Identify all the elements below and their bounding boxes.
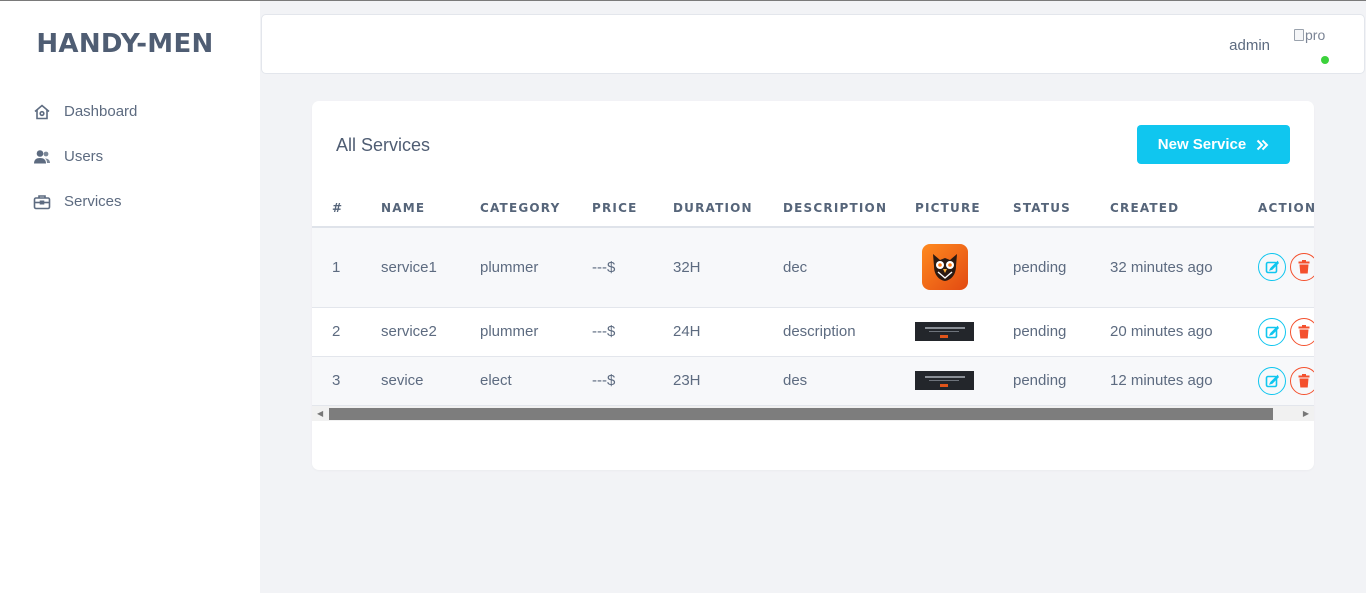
cell-num: 2 [312,307,361,357]
table-row: 1 service1 plummer ---$ 32H dec pending … [312,227,1314,308]
table-header-row: # NAME CATEGORY PRICE DURATION DESCRIPTI… [312,189,1314,228]
edit-button[interactable] [1258,366,1286,395]
sidebar: HANDY-MEN Dashboard Users Services [0,1,260,593]
edit-button[interactable] [1258,253,1286,282]
cell-created: 12 minutes ago [1090,356,1238,406]
cell-description: description [763,307,895,357]
cell-actions [1238,227,1314,308]
cell-duration: 23H [653,356,763,406]
sidebar-item-label: Users [64,148,104,165]
cell-picture [895,227,993,308]
cell-name: service1 [361,227,460,308]
cell-price: ---$ [572,356,653,406]
cell-price: ---$ [572,227,653,308]
cell-price: ---$ [572,307,653,357]
scroll-left-arrow-icon[interactable]: ◀ [317,409,323,418]
cell-category: elect [460,356,572,406]
scrollbar-thumb[interactable] [329,408,1273,420]
banner-image[interactable] [915,322,974,341]
scroll-right-arrow-icon[interactable]: ▶ [1303,409,1309,418]
sidebar-item-users[interactable]: Users [32,134,137,179]
services-table: # NAME CATEGORY PRICE DURATION DESCRIPTI… [312,189,1314,406]
trash-icon [1298,260,1310,274]
trash-icon [1298,373,1310,387]
column-header-name[interactable]: NAME [361,189,460,228]
delete-button[interactable] [1290,317,1314,346]
briefcase-icon [32,192,52,212]
column-header-price[interactable]: PRICE [572,189,653,228]
cell-duration: 32H [653,227,763,308]
cell-duration: 24H [653,307,763,357]
cell-created: 20 minutes ago [1090,307,1238,357]
card-title: All Services [336,135,431,155]
sidebar-item-label: Services [64,193,122,210]
new-service-label: New Service [1157,136,1247,153]
cell-num: 3 [312,356,361,406]
sidebar-item-services[interactable]: Services [32,179,137,224]
column-header-status[interactable]: STATUS [993,189,1090,228]
new-service-button[interactable]: New Service [1137,125,1290,164]
column-header-num[interactable]: # [312,189,361,228]
sidebar-item-label: Dashboard [64,103,138,120]
column-header-actions: ACTIONS [1238,189,1314,228]
edit-icon [1265,325,1279,338]
sidebar-item-dashboard[interactable]: Dashboard [32,89,137,134]
broken-image-icon: pro [1294,27,1325,43]
cell-status: pending [993,307,1090,357]
delete-button[interactable] [1290,366,1314,395]
table-row: 3 sevice elect ---$ 23H des pending 12 m… [312,356,1314,406]
edit-button[interactable] [1258,317,1286,346]
top-header: admin pro [261,14,1365,74]
brand-logo: HANDY-MEN [36,29,214,59]
cell-actions [1238,307,1314,357]
cell-num: 1 [312,227,361,308]
avatar[interactable]: pro [1294,27,1332,65]
cell-category: plummer [460,307,572,357]
cell-description: des [763,356,895,406]
online-status-dot [1321,56,1329,64]
username-label[interactable]: admin [1229,37,1270,54]
column-header-description[interactable]: DESCRIPTION [763,189,895,228]
double-chevron-right-icon [1256,139,1269,151]
services-card: All Services New Service # NAME CATEGORY… [312,101,1314,470]
column-header-duration[interactable]: DURATION [653,189,763,228]
edit-icon [1265,260,1279,274]
home-icon [32,102,52,122]
cell-name: service2 [361,307,460,357]
column-header-category[interactable]: CATEGORY [460,189,572,228]
cell-status: pending [993,356,1090,406]
column-header-picture[interactable]: PICTURE [895,189,993,228]
users-icon [32,147,52,167]
avatar-alt-text: pro [1305,27,1326,43]
sidebar-nav: Dashboard Users Services [32,89,137,224]
table-row: 2 service2 plummer ---$ 24H description … [312,307,1314,357]
cell-picture [895,307,993,357]
banner-image[interactable] [915,371,974,390]
column-header-created[interactable]: CREATED [1090,189,1238,228]
cell-status: pending [993,227,1090,308]
edit-icon [1265,374,1279,387]
owl-logo-image[interactable] [922,244,968,291]
cell-created: 32 minutes ago [1090,227,1238,308]
horizontal-scrollbar[interactable]: ◀ ▶ [312,406,1314,421]
cell-picture [895,356,993,406]
cell-actions [1238,356,1314,406]
cell-category: plummer [460,227,572,308]
services-table-wrapper: # NAME CATEGORY PRICE DURATION DESCRIPTI… [312,189,1314,421]
delete-button[interactable] [1290,253,1314,282]
cell-name: sevice [361,356,460,406]
trash-icon [1298,324,1310,338]
cell-description: dec [763,227,895,308]
